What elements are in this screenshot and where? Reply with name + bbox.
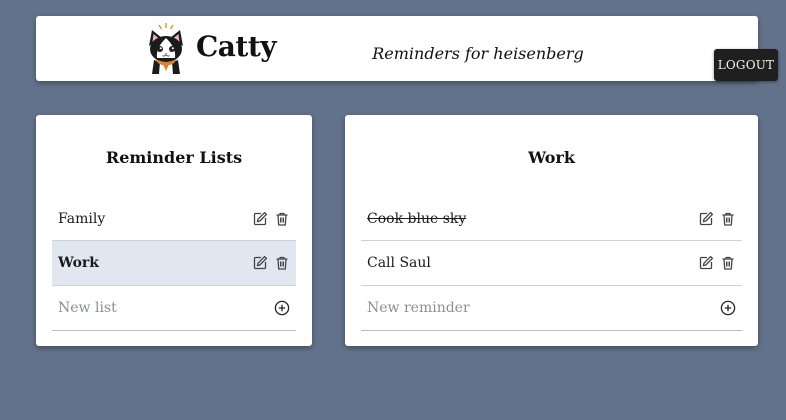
list-item-work[interactable]: Work — [52, 241, 296, 286]
trash-icon[interactable] — [720, 211, 736, 227]
new-reminder-input[interactable]: New reminder — [367, 300, 470, 316]
edit-icon[interactable] — [698, 255, 714, 271]
reminders-panel: Work Cook blue sky Call Saul New reminde… — [345, 115, 758, 346]
row-actions — [698, 211, 736, 227]
row-actions — [252, 255, 290, 271]
reminder-item-label: Call Saul — [367, 255, 431, 271]
list-item-family[interactable]: Family — [52, 197, 296, 241]
row-actions — [252, 211, 290, 227]
trash-icon[interactable] — [274, 255, 290, 271]
plus-circle-icon[interactable] — [720, 300, 736, 316]
edit-icon[interactable] — [698, 211, 714, 227]
list-item-label: Family — [58, 210, 106, 227]
reminder-item-completed[interactable]: Cook blue sky — [361, 197, 742, 241]
trash-icon[interactable] — [720, 255, 736, 271]
reminder-lists: Family Work New list — [52, 197, 296, 331]
reminder-items: Cook blue sky Call Saul New reminder — [361, 197, 742, 331]
reminder-item[interactable]: Call Saul — [361, 241, 742, 286]
new-reminder-input-row[interactable]: New reminder — [361, 286, 742, 331]
trash-icon[interactable] — [274, 211, 290, 227]
list-item-label: Work — [58, 255, 99, 271]
reminders-panel-title: Work — [528, 148, 575, 167]
edit-icon[interactable] — [252, 255, 268, 271]
page-subtitle: Reminders for heisenberg — [372, 44, 584, 63]
cat-logo-icon — [144, 22, 188, 74]
plus-circle-icon[interactable] — [274, 300, 290, 316]
brand-title: Catty — [196, 30, 277, 63]
reminder-lists-panel: Reminder Lists Family Work New list — [36, 115, 312, 346]
row-actions — [698, 255, 736, 271]
new-list-input[interactable]: New list — [58, 300, 117, 316]
edit-icon[interactable] — [252, 211, 268, 227]
lists-panel-title: Reminder Lists — [105, 148, 243, 167]
new-list-input-row[interactable]: New list — [52, 286, 296, 331]
app-header: Catty Reminders for heisenberg LOGOUT — [36, 16, 778, 81]
reminder-item-label: Cook blue sky — [367, 210, 467, 227]
logout-button[interactable]: LOGOUT — [714, 49, 778, 81]
